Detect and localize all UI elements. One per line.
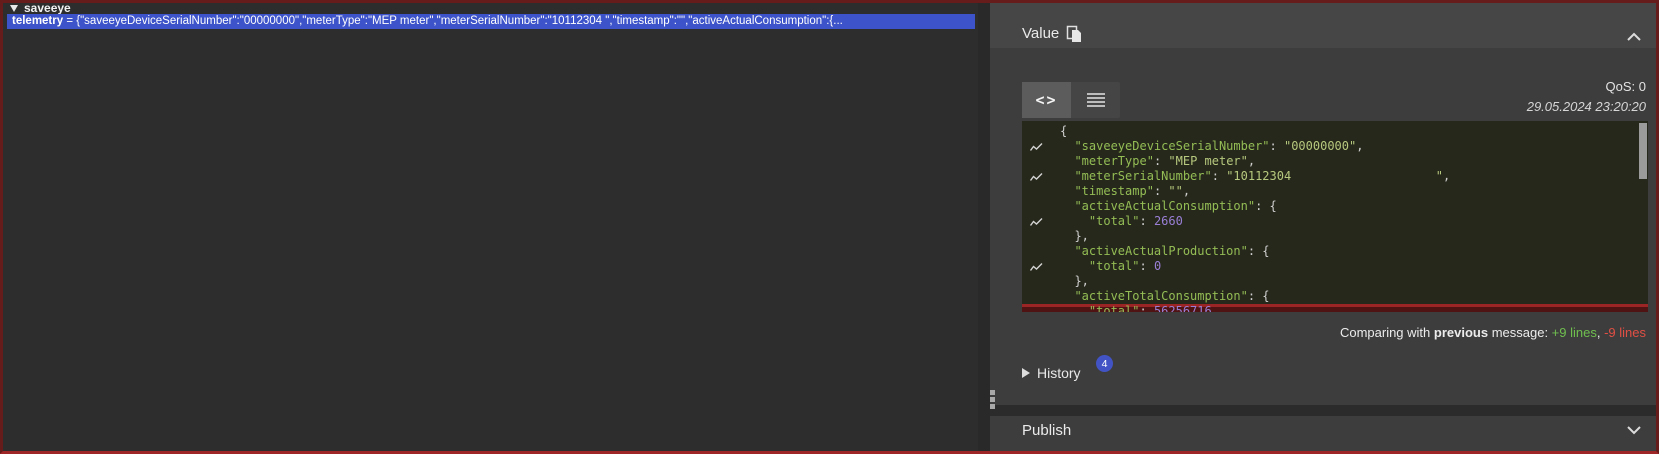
code-line: "activeActualProduction": { [1022,244,1648,259]
publish-section-title: Publish [1022,422,1071,439]
code-icon: <> [1035,91,1057,109]
collapse-chevron-icon[interactable] [1626,29,1642,47]
panel-splitter[interactable] [978,0,990,454]
topic-name: telemetry [12,15,63,27]
tree-collapse-icon [10,5,18,12]
code-line: { [1022,124,1648,139]
qos-label: QoS: 0 [1606,79,1646,94]
code-line: "meterSerialNumber": "10112304 ", [1022,169,1648,184]
code-line: "total": 0 [1022,259,1648,274]
topic-message-telemetry[interactable]: telemetry = {"saveeyeDeviceSerialNumber"… [7,14,975,29]
history-count-badge: 4 [1096,355,1113,372]
code-line: "total": 2660 [1022,214,1648,229]
diff-removed-count: -9 lines [1604,325,1646,340]
view-toggle-group: <> [1022,82,1120,118]
expand-chevron-icon[interactable] [1626,422,1642,440]
code-line: }, [1022,274,1648,289]
diff-summary: Comparing with previous message: +9 line… [1340,325,1646,340]
value-section: Value <> QoS: 0 29.05.2024 23:20:20 [990,3,1656,405]
splitter-drag-handle-icon[interactable] [990,390,996,411]
list-view-toggle-button[interactable] [1071,82,1120,118]
code-line: "activeActualConsumption": { [1022,199,1648,214]
message-timestamp: 29.05.2024 23:20:20 [1527,99,1646,114]
detail-panel: Value <> QoS: 0 29.05.2024 23:20:20 [990,0,1659,454]
code-view-toggle-button[interactable]: <> [1022,82,1071,118]
list-icon [1087,91,1105,109]
topic-tree-panel: saveeye telemetry = {"saveeyeDeviceSeria… [0,0,990,454]
history-label: History [1037,365,1081,381]
code-line: "meterType": "MEP meter", [1022,154,1648,169]
publish-section[interactable]: Publish [990,416,1656,454]
value-section-title: Value [1022,25,1059,42]
history-section-toggle[interactable]: History [1022,365,1081,381]
code-line: "saveeyeDeviceSerialNumber": "00000000", [1022,139,1648,154]
topic-message-preview: = {"saveeyeDeviceSerialNumber":"00000000… [63,15,843,27]
code-line: "timestamp": "", [1022,184,1648,199]
code-line-removed: "total": 56256716 [1022,304,1648,312]
json-code-view: { "saveeyeDeviceSerialNumber": "00000000… [1022,121,1648,312]
mqtt-explorer-window: saveeye telemetry = {"saveeyeDeviceSeria… [0,0,1659,454]
code-line: "activeTotalConsumption": { [1022,289,1648,304]
value-section-header[interactable] [990,3,1656,48]
copy-icon[interactable] [1066,25,1082,48]
code-line: }, [1022,229,1648,244]
diff-added-count: +9 lines [1552,325,1597,340]
expand-triangle-icon [1022,368,1030,378]
